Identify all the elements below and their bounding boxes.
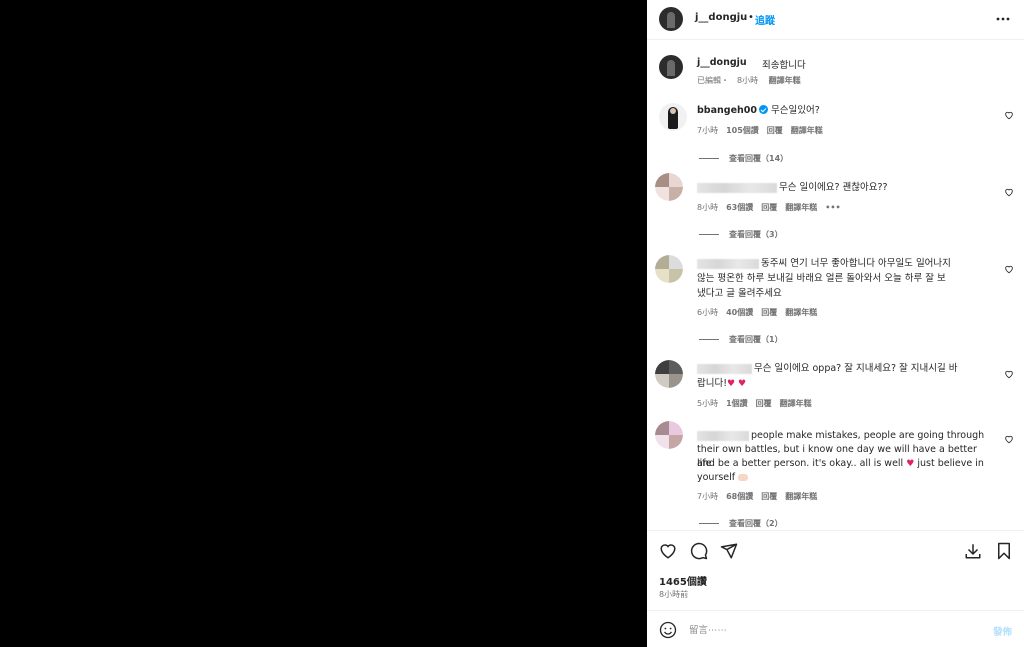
comments-panel: j__dongju • 追蹤 j__dongju 죄송합니다 已編輯・ 8小時 翻…	[647, 0, 1024, 647]
view-replies-button[interactable]: 查看回覆（2）	[699, 518, 783, 529]
action-bar: 1465個讚 8小時前	[647, 530, 1024, 610]
comment-time: 7小時	[697, 492, 719, 501]
comment-likes[interactable]: 1個讚	[726, 399, 748, 408]
separator-dot: •	[748, 12, 754, 23]
comment-text-line: people make mistakes, people are going t…	[697, 429, 993, 443]
comment-text-line: 무슨 일이에요 oppa? 잘 지내세요? 잘 지내시길 바	[697, 362, 993, 376]
caption-translate[interactable]: 翻譯年糕	[769, 76, 801, 85]
follow-button[interactable]: 追蹤	[755, 12, 775, 27]
comment-likes[interactable]: 40個讚	[726, 308, 753, 317]
view-replies-button[interactable]: 查看回覆（14）	[699, 153, 788, 164]
post-media[interactable]	[0, 0, 647, 647]
heart-emoji: ♥ ♥	[727, 379, 747, 389]
comment-composer: 發佈	[647, 610, 1024, 647]
comment-text-line: and be a better person. it's okay.. all …	[697, 457, 993, 471]
post-date: 8小時前	[659, 590, 689, 599]
comment-text: and be a better person. it's okay.. all …	[697, 458, 904, 469]
comment-likes[interactable]: 63個讚	[726, 203, 753, 212]
more-options-icon[interactable]: •••	[825, 203, 840, 212]
comment-text: 랍니다!	[697, 378, 728, 389]
comment-text: people make mistakes, people are going t…	[751, 430, 985, 441]
more-icon[interactable]	[996, 13, 1010, 25]
comment-text-line: yourself	[697, 471, 993, 485]
translate-button[interactable]: 翻譯年糕	[785, 203, 817, 212]
comment-text-line: 랍니다!♥ ♥	[697, 377, 993, 391]
comment-text-line: 동주씨 연기 너무 좋아합니다 아무일도 일어나지	[697, 257, 993, 271]
commenter-avatar[interactable]	[655, 173, 683, 201]
view-replies-button[interactable]: 查看回覆（1）	[699, 334, 783, 345]
comment-time: 6小時	[697, 308, 719, 317]
comment-text: just believe in	[917, 458, 984, 469]
caption-text: 죄송합니다	[762, 60, 806, 71]
heart-icon[interactable]	[1004, 110, 1014, 120]
emoji-icon[interactable]	[659, 621, 677, 639]
comment-text: 무슨 일이에요 oppa? 잘 지내세요? 잘 지내시길 바	[754, 363, 958, 374]
commenter-username[interactable]: bbangeh00	[697, 105, 757, 116]
caption-avatar[interactable]	[659, 55, 683, 79]
likes-count[interactable]: 1465個讚	[659, 573, 707, 588]
commenter-avatar[interactable]	[655, 421, 683, 449]
blurred-username	[697, 363, 752, 374]
heart-icon[interactable]	[1004, 434, 1014, 444]
reply-button[interactable]: 回覆	[756, 399, 772, 408]
comment-text-line: 무슨 일이에요? 괜찮아요??	[697, 181, 993, 195]
blurred-username	[697, 258, 759, 269]
commenter-avatar[interactable]	[655, 360, 683, 388]
author-avatar[interactable]	[659, 7, 683, 31]
comment-meta: 7小時 105個讚 回覆 翻譯年糕	[697, 125, 831, 136]
comment-text: 무슨일있어?	[771, 105, 820, 116]
translate-button[interactable]: 翻譯年糕	[785, 492, 817, 501]
comment-meta: 5小時 1個讚 回覆 翻譯年糕	[697, 398, 820, 409]
reply-button[interactable]: 回覆	[761, 308, 777, 317]
comment-meta: 6小時 40個讚 回覆 翻譯年糕	[697, 307, 825, 318]
comment-icon[interactable]	[690, 542, 708, 560]
author-username[interactable]: j__dongju	[695, 12, 747, 23]
comment-time: 5小時	[697, 399, 719, 408]
heart-icon[interactable]	[659, 542, 677, 560]
translate-button[interactable]: 翻譯年糕	[785, 308, 817, 317]
caption-meta: 已編輯・ 8小時 翻譯年糕	[697, 76, 801, 85]
comment-text: 무슨 일이에요? 괜찮아요??	[779, 182, 888, 193]
reply-button[interactable]: 回覆	[761, 492, 777, 501]
comment-meta: 7小時 68個讚 回覆 翻譯年糕	[697, 491, 825, 502]
comment-text-line: bbangeh00 무슨일있어?	[697, 104, 993, 118]
instagram-post-view: j__dongju • 追蹤 j__dongju 죄송합니다 已編輯・ 8小時 翻…	[0, 0, 1024, 647]
heart-icon[interactable]	[1004, 264, 1014, 274]
view-replies-button[interactable]: 查看回覆（3）	[699, 229, 783, 240]
heart-icon[interactable]	[1004, 187, 1014, 197]
commenter-avatar[interactable]	[655, 255, 683, 283]
caption-username[interactable]: j__dongju	[697, 57, 747, 68]
heart-icon[interactable]	[1004, 369, 1014, 379]
comment-input[interactable]	[689, 620, 969, 640]
comment-time: 8小時	[697, 203, 719, 212]
verified-icon	[759, 105, 769, 114]
caption-time: 8小時	[737, 76, 759, 85]
reply-button[interactable]: 回覆	[767, 126, 783, 135]
comment-likes[interactable]: 105個讚	[726, 126, 759, 135]
post-header: j__dongju • 追蹤	[647, 0, 1024, 40]
reply-button[interactable]: 回覆	[761, 203, 777, 212]
comment-likes[interactable]: 68個讚	[726, 492, 753, 501]
comment-meta: 8小時 63個讚 回覆 翻譯年糕 •••	[697, 202, 849, 213]
heart-emoji: ♥	[906, 459, 915, 469]
comment-text: 동주씨 연기 너무 좋아합니다 아무일도 일어나지	[761, 258, 951, 269]
blurred-username	[697, 430, 749, 441]
blurred-username	[697, 182, 777, 193]
save-icon[interactable]	[995, 542, 1013, 560]
comment-text: yourself	[697, 472, 736, 483]
comment-text-line: 않는 평온한 하루 보내길 바래요 얼른 돌아와서 오늘 하루 잘 보	[697, 273, 946, 284]
translate-button[interactable]: 翻譯年糕	[780, 399, 812, 408]
comment-text-line: 냈다고 글 올려주세요	[697, 288, 782, 299]
share-icon[interactable]	[720, 542, 738, 560]
edited-label: 已編輯	[697, 76, 721, 85]
comment-time: 7小時	[697, 126, 719, 135]
hands-emoji	[738, 474, 749, 481]
translate-button[interactable]: 翻譯年糕	[791, 126, 823, 135]
post-button[interactable]: 發佈	[993, 624, 1012, 638]
download-icon[interactable]	[964, 542, 982, 560]
commenter-avatar[interactable]	[659, 103, 687, 131]
